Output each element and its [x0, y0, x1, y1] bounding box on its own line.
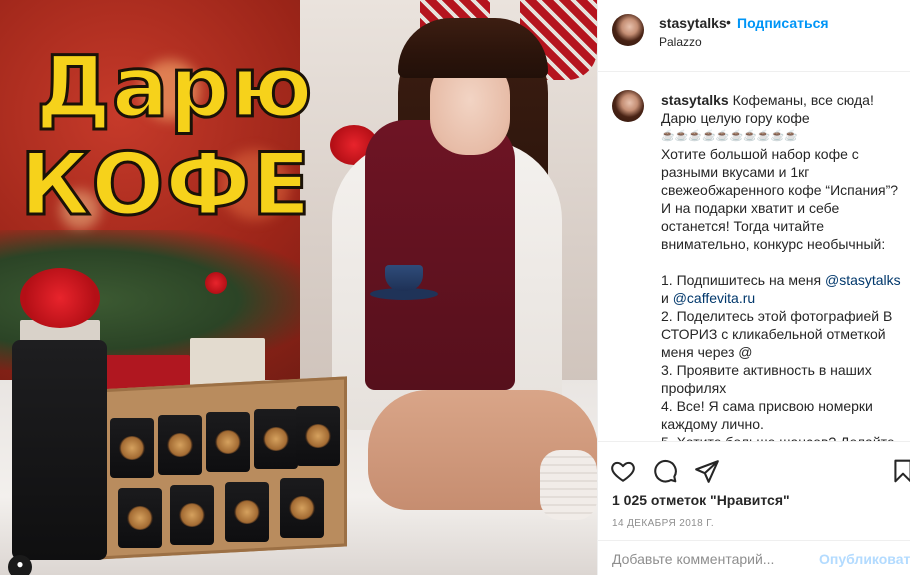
caption-line: Дарю целую гору кофе	[661, 110, 810, 126]
photo-headline: КОФЕ	[18, 135, 312, 235]
coffee-pack	[118, 488, 162, 548]
caption-line: каждому лично.	[661, 416, 764, 432]
mention-link[interactable]: @caffevita.ru	[673, 290, 755, 306]
caption-text: stasytalks Кофеманы, все сюда! Дарю целу…	[661, 91, 905, 441]
gift-bow	[205, 272, 227, 294]
woman-scarf	[365, 120, 515, 390]
avatar[interactable]	[612, 14, 644, 46]
caption-line: Хотите большой набор кофе с	[661, 146, 859, 162]
caption-line: свежеобжаренного кофе “Испания”?	[661, 182, 899, 198]
comment-icon[interactable]	[652, 458, 678, 484]
coffee-pack	[110, 418, 154, 478]
separator-dot: •	[726, 14, 731, 30]
woman-hair-front	[398, 18, 548, 78]
share-icon[interactable]	[694, 458, 720, 484]
post-header: stasytalks • Подписаться Palazzo	[598, 0, 910, 72]
caption-line: 1. Подпишитесь на меня @stasytalks	[661, 271, 905, 289]
photo-headline: Дарю	[34, 38, 314, 136]
user-tag-icon[interactable]: ●	[8, 555, 32, 575]
mention-link[interactable]: @stasytalks	[825, 272, 901, 288]
caption-line: меня через @	[661, 344, 753, 360]
caption-scroll-area[interactable]: stasytalks Кофеманы, все сюда! Дарю целу…	[598, 73, 910, 441]
header-username-link[interactable]: stasytalks	[659, 15, 727, 31]
caption-line: И на подарки хватит и себе	[661, 200, 840, 216]
coffee-bag	[12, 340, 107, 560]
caption-line-text: Кофеманы, все сюда!	[732, 92, 874, 108]
caption-line: и @caffevita.ru	[661, 289, 905, 307]
coffee-pack	[206, 412, 250, 472]
caption-line: 4. Все! Я сама присвою номерки	[661, 398, 873, 414]
caption-line: профилях	[661, 380, 727, 396]
post-date[interactable]: 14 ДЕКАБРЯ 2018 Г.	[612, 518, 714, 529]
coffee-cup	[385, 265, 423, 291]
coffee-pack	[296, 406, 340, 466]
gift-bow	[20, 268, 100, 328]
caption-username-link[interactable]: stasytalks	[661, 92, 729, 108]
follow-button[interactable]: Подписаться	[737, 15, 829, 31]
caption-line: 2. Поделитесь этой фотографией В	[661, 308, 893, 324]
caption-line: останется! Тогда читайте	[661, 218, 825, 234]
caption-line: внимательно, конкурс необычный:	[661, 236, 886, 252]
caption-line: stasytalks Кофеманы, все сюда!	[661, 91, 905, 109]
post-side-panel: stasytalks • Подписаться Palazzo stasyta…	[597, 0, 910, 575]
caption-line: разными вкусами и 1кг	[661, 164, 810, 180]
caption-line: 5. Хотите больше шансов? Делайте	[661, 433, 905, 441]
likes-count[interactable]: 1 025 отметок "Нравится"	[612, 492, 790, 508]
caption-line-text: 1. Подпишитесь на меня	[661, 272, 822, 288]
coffee-pack	[170, 485, 214, 545]
publish-button[interactable]: Опубликовать	[819, 551, 910, 567]
coffee-pack	[254, 409, 298, 469]
post-photo[interactable]: Дарю КОФЕ ●	[0, 0, 597, 575]
heart-icon[interactable]	[610, 458, 636, 484]
avatar[interactable]	[612, 90, 644, 122]
comment-bar: Опубликовать	[598, 540, 910, 575]
coffee-emoji-row: ☕☕☕☕☕☕☕☕☕☕	[661, 130, 798, 142]
caption-line: СТОРИЗ с кликабельной отметкой	[661, 326, 886, 342]
caption-line-text: и	[661, 290, 669, 306]
coffee-pack	[280, 478, 324, 538]
caption-line: 3. Проявите активность в наших	[661, 362, 872, 378]
coffee-pack	[158, 415, 202, 475]
comment-input[interactable]	[612, 551, 812, 567]
bookmark-icon[interactable]	[890, 458, 910, 484]
location-link[interactable]: Palazzo	[659, 35, 702, 49]
woman-sock	[540, 450, 597, 520]
coffee-pack	[225, 482, 269, 542]
